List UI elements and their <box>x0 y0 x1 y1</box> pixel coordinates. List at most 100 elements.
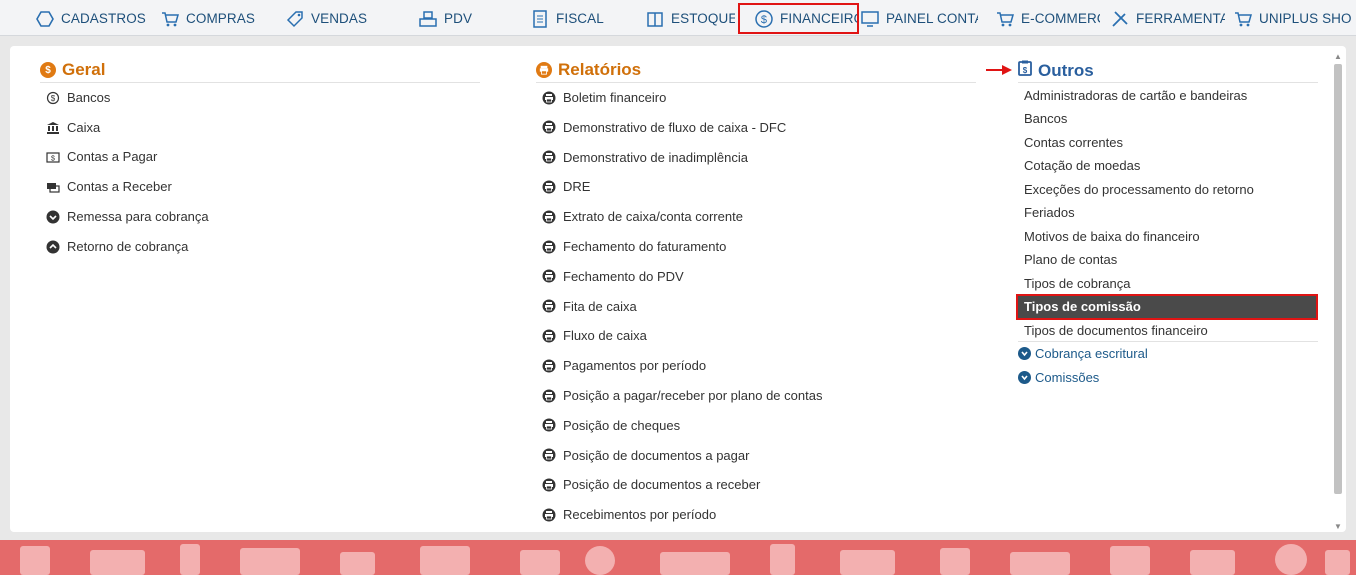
nav-financeiro[interactable]: $ FINANCEIRO <box>738 3 859 34</box>
relatorio-item[interactable]: Posição a pagar/receber por plano de con… <box>542 388 822 403</box>
geral-item-contas-receber[interactable]: Contas a Receber <box>46 179 172 194</box>
item-label: Posição de documentos a pagar <box>563 447 750 463</box>
group-comissoes[interactable]: Comissões <box>1018 370 1099 385</box>
printer-icon <box>542 508 556 522</box>
geral-item-caixa[interactable]: Caixa <box>46 120 100 135</box>
cart-icon <box>995 9 1015 29</box>
scroll-thumb[interactable] <box>1334 64 1342 494</box>
relatorio-item[interactable]: Fita de caixa <box>542 299 637 314</box>
printer-icon <box>542 91 556 105</box>
vertical-scrollbar[interactable]: ▲ ▼ <box>1332 52 1344 532</box>
printer-icon <box>542 269 556 283</box>
outros-item[interactable]: Tipos de cobrança <box>1024 272 1316 294</box>
box-icon <box>645 9 665 29</box>
outros-item[interactable]: Plano de contas <box>1024 249 1316 271</box>
outros-item[interactable]: Cotação de moedas <box>1024 155 1316 177</box>
nav-label: CADASTROS <box>61 11 146 26</box>
decoration <box>1325 550 1350 575</box>
item-label: Tipos de comissão <box>1024 299 1141 314</box>
item-label: Fluxo de caixa <box>563 328 647 344</box>
relatorio-item[interactable]: Posição de documentos a receber <box>542 477 760 492</box>
chevron-down-circle-icon <box>1018 347 1031 360</box>
decoration <box>240 548 300 575</box>
printer-icon <box>542 210 556 224</box>
item-label: Boletim financeiro <box>563 90 667 105</box>
relatorio-item[interactable]: DRE <box>542 179 590 194</box>
outros-item[interactable]: Motivos de baixa do financeiro <box>1024 225 1316 247</box>
relatorio-item[interactable]: Fluxo de caixa <box>542 328 647 343</box>
item-label: Demonstrativo de inadimplência <box>563 149 748 165</box>
nav-ecommerce[interactable]: E-COMMERCE <box>995 3 1100 34</box>
item-label: Posição de documentos a receber <box>563 477 761 493</box>
nav-label: FERRAMENTAS <box>1136 11 1225 26</box>
outros-item[interactable]: Contas correntes <box>1024 131 1316 153</box>
outros-item[interactable]: Administradoras de cartão e bandeiras <box>1024 84 1316 106</box>
scroll-up-icon[interactable]: ▲ <box>1333 52 1343 62</box>
cart-icon <box>160 9 180 29</box>
relatorio-item[interactable]: Fechamento do PDV <box>542 269 684 284</box>
outros-item[interactable]: Exceções do processamento do retorno <box>1024 178 1316 200</box>
nav-estoque[interactable]: ESTOQUE <box>645 3 735 34</box>
geral-item-bancos[interactable]: $ Bancos <box>46 90 110 105</box>
item-label: Extrato de caixa/conta corrente <box>563 209 743 225</box>
nav-vendas[interactable]: VENDAS <box>285 3 385 34</box>
item-label: Bancos <box>1024 111 1068 126</box>
item-label: Administradoras de cartão e bandeiras <box>1024 87 1248 103</box>
relatorio-item[interactable]: Posição de cheques <box>542 418 680 433</box>
printer-icon <box>542 418 556 432</box>
geral-item-contas-pagar[interactable]: $ Contas a Pagar <box>46 149 157 164</box>
outros-item-selected[interactable]: Tipos de comissão <box>1016 293 1318 320</box>
decoration <box>1010 552 1070 575</box>
item-label: Tipos de documentos financeiro <box>1024 322 1208 338</box>
item-label: Pagamentos por período <box>563 358 707 374</box>
nav-fiscal[interactable]: FISCAL <box>530 3 620 34</box>
item-label: Feriados <box>1024 205 1075 220</box>
clipboard-dollar-icon: $ <box>1018 60 1032 81</box>
top-navigation: CADASTROS COMPRAS VENDAS PDV FISCAL ESTO… <box>0 0 1356 36</box>
nav-pdv[interactable]: PDV <box>418 3 498 34</box>
geral-item-retorno[interactable]: Retorno de cobrança <box>46 239 188 254</box>
decoration <box>840 550 895 575</box>
money-icon <box>46 180 60 194</box>
outros-title: Outros <box>1038 60 1094 80</box>
relatorio-item[interactable]: Demonstrativo de inadimplência <box>542 150 748 165</box>
scroll-down-icon[interactable]: ▼ <box>1333 522 1343 532</box>
outros-item[interactable]: Bancos <box>1024 108 1316 130</box>
nav-compras[interactable]: COMPRAS <box>160 3 270 34</box>
printer-icon <box>542 299 556 313</box>
relatorio-item[interactable]: Fechamento do faturamento <box>542 239 726 254</box>
nav-label: ESTOQUE <box>671 11 735 26</box>
item-label: Contas a Receber <box>67 179 172 194</box>
item-label: Caixa <box>67 120 101 135</box>
nav-uniplus-shop[interactable]: UNIPLUS SHOP <box>1233 3 1351 34</box>
relatorio-item[interactable]: Extrato de caixa/conta corrente <box>542 209 743 224</box>
item-label: Contas a Pagar <box>67 149 158 164</box>
item-label: Demonstrativo de fluxo de caixa - DFC <box>563 119 787 135</box>
outros-item[interactable]: Tipos de documentos financeiro <box>1024 319 1316 341</box>
item-label: Contas correntes <box>1024 134 1123 150</box>
nav-ferramentas[interactable]: FERRAMENTAS <box>1110 3 1225 34</box>
item-label: Posição a pagar/receber por plano de con… <box>563 388 823 403</box>
nav-label: PAINEL CONTADOR <box>886 11 978 26</box>
relatorio-item[interactable]: Boletim financeiro <box>542 90 666 105</box>
pointer-arrow-icon <box>986 62 1014 80</box>
nav-label: FISCAL <box>556 11 604 26</box>
printer-icon <box>542 120 556 134</box>
outros-item[interactable]: Feriados <box>1024 202 1316 224</box>
tools-icon <box>1110 9 1130 29</box>
nav-cadastros[interactable]: CADASTROS <box>35 3 155 34</box>
dollar-circle-icon: $ <box>46 91 60 105</box>
item-label: Recebimentos por período <box>563 507 717 523</box>
relatorio-item[interactable]: Recebimentos por período <box>542 507 716 522</box>
group-label: Comissões <box>1035 370 1100 385</box>
item-label: Exceções do processamento do retorno <box>1024 181 1254 197</box>
group-cobranca-escritural[interactable]: Cobrança escritural <box>1018 346 1148 361</box>
relatorio-item[interactable]: Pagamentos por período <box>542 358 706 373</box>
nav-painel-contador[interactable]: PAINEL CONTADOR <box>860 3 978 34</box>
relatorio-item[interactable]: Demonstrativo de fluxo de caixa - DFC <box>542 120 786 135</box>
relatorio-item[interactable]: Posição de documentos a pagar <box>542 448 749 463</box>
decoration <box>90 550 145 575</box>
nav-label: UNIPLUS SHOP <box>1259 11 1351 26</box>
geral-item-remessa[interactable]: Remessa para cobrança <box>46 209 209 224</box>
decoration <box>585 546 615 575</box>
